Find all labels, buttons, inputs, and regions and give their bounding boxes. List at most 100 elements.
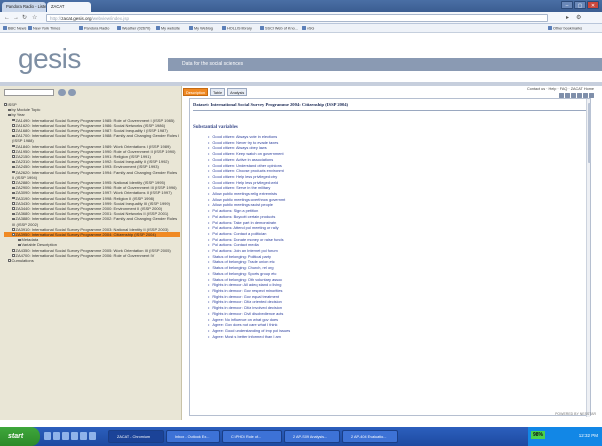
quick-launch	[44, 432, 96, 440]
tree-expand-icon[interactable]	[12, 249, 15, 252]
bookmark-weather[interactable]: Weather (02670)	[117, 25, 150, 30]
tree-expand-icon[interactable]	[18, 243, 21, 247]
quick-launch-icon[interactable]	[44, 432, 51, 440]
tab-table[interactable]: Table	[210, 88, 226, 96]
title-divider	[193, 110, 588, 111]
bookmarks-bar: BBC News New York Times Pandora Radio We…	[0, 24, 602, 33]
tab-zacat[interactable]: ZACAT	[47, 2, 91, 12]
tree-expand-icon[interactable]	[8, 113, 11, 117]
clock[interactable]: 12:32 PM	[579, 433, 598, 438]
tree-expand-icon[interactable]	[12, 124, 15, 127]
bookmark-nyt[interactable]: New York Times	[28, 25, 60, 30]
bookmark-vsg[interactable]: vSG	[302, 25, 314, 30]
tree-expand-icon[interactable]	[12, 155, 15, 158]
tree-expand-icon[interactable]	[12, 191, 15, 195]
address-bar: ← → ↻ ☆ http://zacat.gesis.org/webview/i…	[0, 12, 602, 24]
content-scrollbar[interactable]	[586, 99, 591, 417]
navigation-panel: ISSP by Module Topic by Year ZA1490: Intern…	[0, 86, 182, 420]
search-icon[interactable]	[58, 89, 66, 96]
taskbar-item-zacat[interactable]: ZACAT - Chromium	[108, 430, 164, 443]
taskbar-item-phd[interactable]: C:\PHD\ Role of...	[222, 430, 282, 443]
tree-expand-icon[interactable]	[4, 103, 7, 106]
tree-item-label: ZA2620: International Social Survey Prog…	[12, 169, 178, 180]
tree-expand-icon[interactable]	[12, 118, 15, 122]
tree-expand-icon[interactable]	[12, 196, 15, 200]
tree-expand-icon[interactable]	[12, 165, 15, 169]
tree-expand-icon[interactable]	[12, 233, 15, 236]
scrollbar-thumb[interactable]	[587, 103, 591, 163]
window-controls: – ▢ ✕	[561, 1, 599, 10]
quick-launch-icon[interactable]	[53, 432, 60, 440]
bookmark-my-weblog[interactable]: My Weblog	[189, 25, 213, 30]
taskbar: start ZACAT - Chromium Inbox - Outlook E…	[0, 427, 602, 446]
maximize-button[interactable]: ▢	[574, 1, 586, 9]
bookmark-other[interactable]: Other bookmarks	[548, 25, 582, 30]
screen: Pandora Radio - Listen... ZACAT – ▢ ✕ ← …	[0, 0, 602, 446]
tree-expand-icon[interactable]	[12, 207, 15, 210]
tree-expand-icon[interactable]	[12, 202, 15, 205]
bookmark-pandora[interactable]: Pandora Radio	[79, 25, 109, 30]
url-input[interactable]: http://zacat.gesis.org/webview/index.jsp	[46, 14, 548, 22]
quick-launch-icon[interactable]	[80, 432, 87, 440]
quick-launch-icon[interactable]	[89, 432, 96, 440]
tree-item-folder[interactable]: Cumulations	[4, 258, 180, 263]
tree-expand-icon[interactable]	[12, 129, 15, 132]
tree-expand-icon[interactable]	[12, 134, 15, 138]
dataset-title: Dataset: International Social Survey Pro…	[193, 102, 349, 107]
tree-item-label: ZA1700: International Social Survey Prog…	[12, 133, 180, 144]
forward-icon[interactable]: →	[13, 14, 19, 22]
tree-expand-icon[interactable]	[12, 217, 15, 221]
variable-list: Good citizen: Always vote in electionsGo…	[208, 134, 568, 339]
quick-launch-icon[interactable]	[71, 432, 78, 440]
tab-description[interactable]: Description	[183, 88, 208, 96]
tree-expand-icon[interactable]	[18, 238, 21, 242]
tree-expand-icon[interactable]	[12, 228, 15, 231]
tree-expand-icon[interactable]	[8, 108, 11, 112]
tree-item-label: ZA3880: International Social Survey Prog…	[12, 216, 178, 227]
tree-expand-icon[interactable]	[12, 150, 15, 153]
battery-indicator[interactable]: 98%	[531, 431, 546, 439]
tools-menu-icon[interactable]: ⚙	[576, 14, 581, 22]
content-panel: Description Table Analysis Contact us · …	[183, 86, 602, 420]
tree-item-label: ZA4700: International Social Survey Prog…	[15, 252, 155, 258]
tree-item-dataset[interactable]: ZA3880: International Social Survey Prog…	[4, 216, 180, 227]
tree-expand-icon[interactable]	[12, 254, 15, 257]
tree-expand-icon[interactable]	[12, 212, 15, 216]
taskbar-item-analysis[interactable]: 2 AP-S09 Analysis...	[284, 430, 340, 443]
start-button[interactable]: start	[0, 427, 40, 446]
reload-icon[interactable]: ↻	[22, 14, 27, 22]
bookmark-ssci[interactable]: SSCI Web of Kno...	[260, 25, 298, 30]
taskbar-item-outlook[interactable]: Inbox - Outlook Ex...	[166, 430, 220, 443]
variable-link[interactable]: Agree: Most s better informed than I am	[208, 334, 568, 340]
browser-tab-strip: Pandora Radio - Listen... ZACAT – ▢ ✕	[0, 0, 602, 12]
tab-analysis[interactable]: Analysis	[227, 88, 248, 96]
gesis-logo[interactable]: gesis	[18, 43, 81, 75]
back-icon[interactable]: ←	[4, 14, 10, 22]
top-links[interactable]: Contact us · Help · FAQ · ZACAT Home	[527, 87, 594, 91]
tree-expand-icon[interactable]	[8, 259, 11, 262]
quick-launch-icon[interactable]	[62, 432, 69, 440]
site-tagline: Data for the social sciences	[182, 61, 244, 67]
view-tabs: Description Table Analysis	[183, 88, 248, 96]
tree-expand-icon[interactable]	[12, 160, 15, 164]
tree-search-input[interactable]	[4, 89, 54, 96]
description-content: Dataset: International Social Survey Pro…	[189, 98, 591, 417]
tree-expand-icon[interactable]	[12, 144, 15, 148]
bookmark-bbc[interactable]: BBC News	[3, 25, 26, 30]
star-icon[interactable]: ☆	[32, 14, 37, 22]
bookmark-hollis[interactable]: HOLLIS library	[222, 25, 252, 30]
page-menu-icon[interactable]: ▸	[566, 14, 569, 22]
tree-expand-icon[interactable]	[12, 170, 15, 174]
tree-expand-icon[interactable]	[12, 186, 15, 190]
tree-item-dataset[interactable]: ZA2620: International Social Survey Prog…	[4, 170, 180, 180]
tree-item-dataset[interactable]: ZA1700: International Social Survey Prog…	[4, 133, 180, 143]
tree-item-label: Cumulations	[11, 258, 34, 264]
minimize-button[interactable]: –	[561, 1, 573, 9]
site-header: gesis Data for the social sciences	[0, 33, 602, 86]
taskbar-item-evaluation[interactable]: 2 AP-404 Evaluatio...	[342, 430, 398, 443]
close-button[interactable]: ✕	[587, 1, 599, 9]
tab-pandora[interactable]: Pandora Radio - Listen...	[2, 2, 46, 12]
refresh-icon[interactable]	[68, 89, 76, 96]
bookmark-my-website[interactable]: My website	[156, 25, 180, 30]
tree-expand-icon[interactable]	[12, 181, 15, 184]
